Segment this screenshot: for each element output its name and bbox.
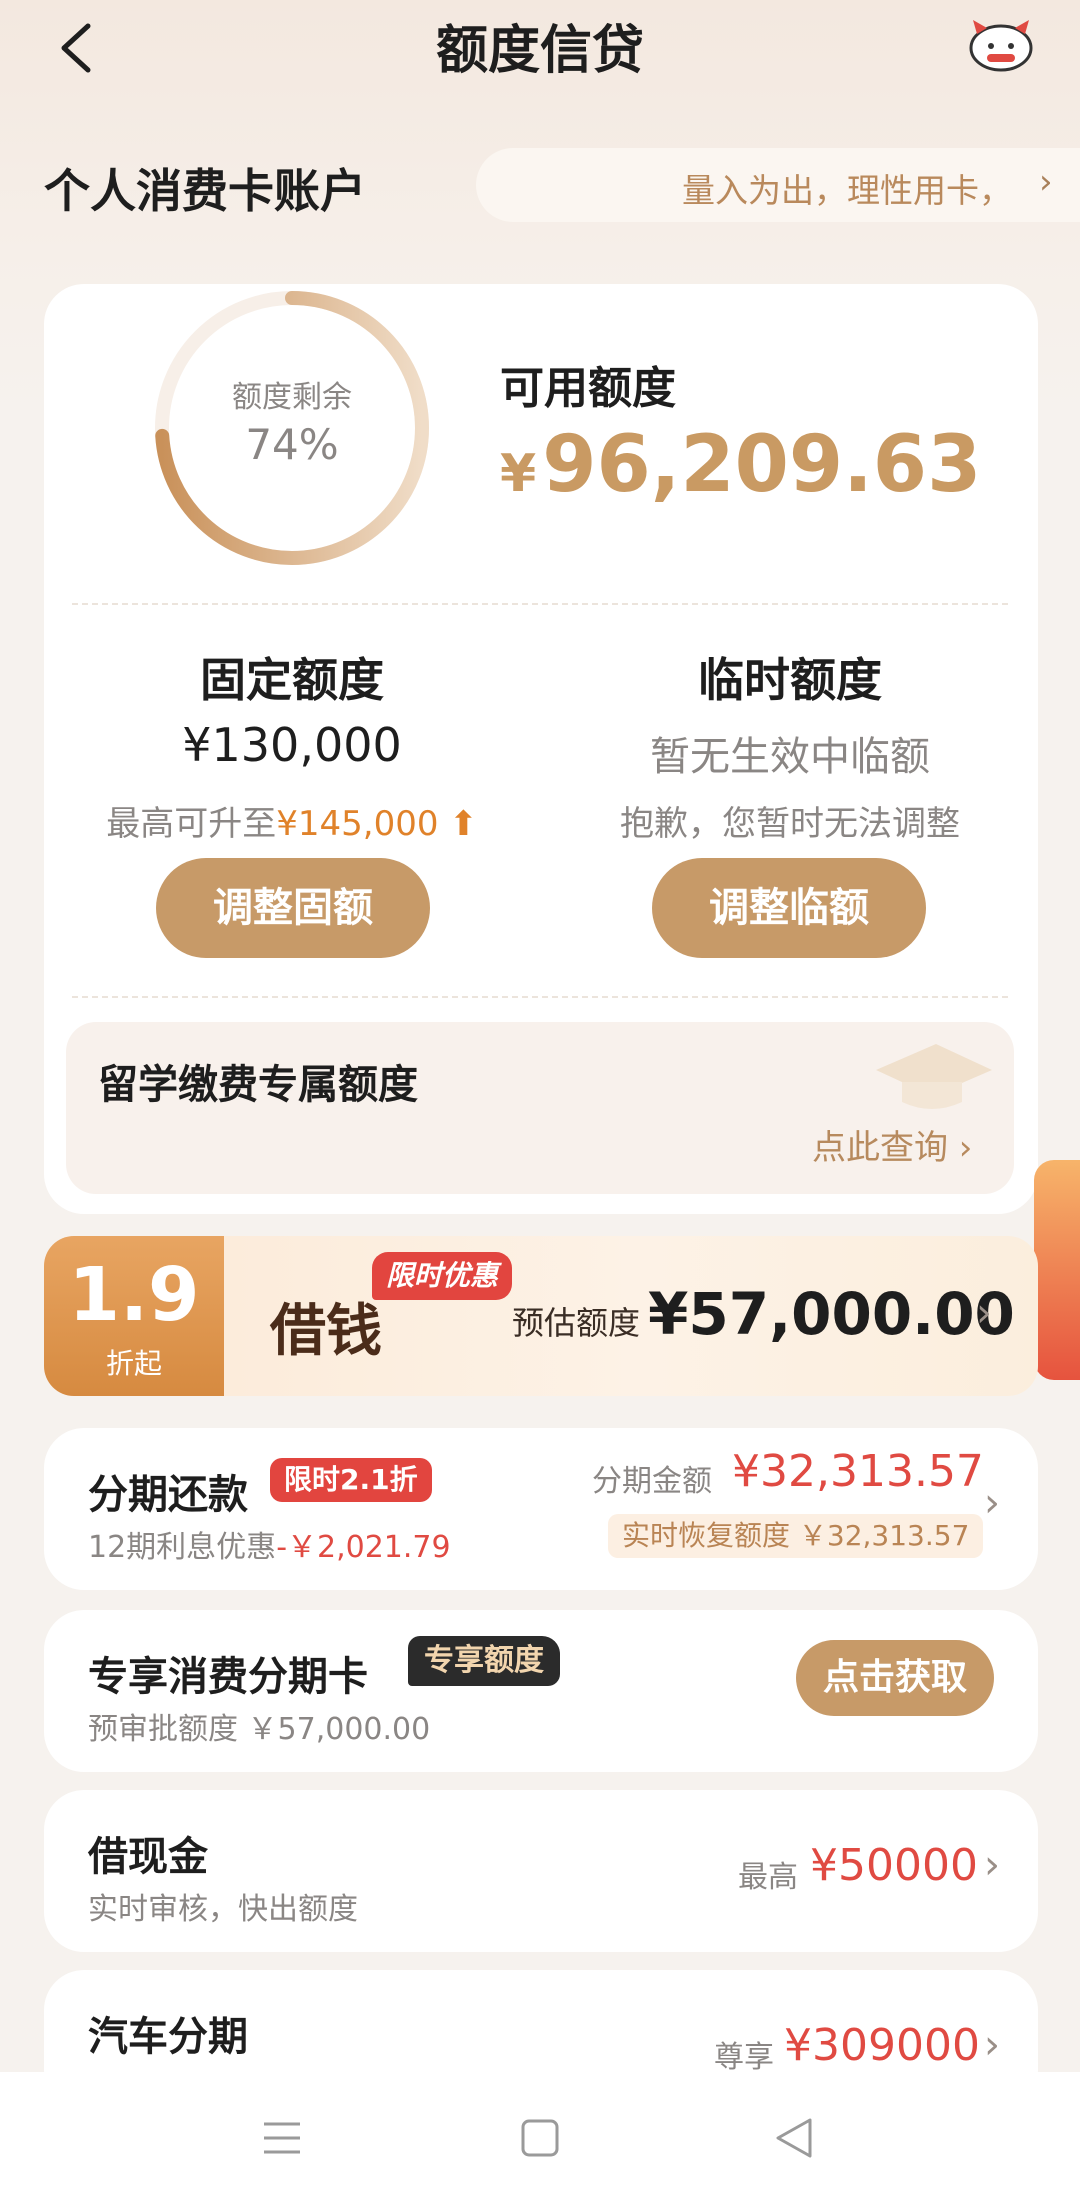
available-value: 96,209.63: [542, 420, 982, 510]
rate-suffix: 折起: [105, 1347, 162, 1380]
cash-label: 最高: [738, 1860, 798, 1895]
rate-badge: 1.9 折起: [44, 1236, 224, 1396]
restore-pill: 实时恢复额度 ￥32,313.57: [608, 1514, 984, 1558]
estimate-amount: ¥57,000.00: [648, 1280, 1015, 1348]
installment-title: 分期还款: [88, 1472, 248, 1518]
cash-amount: ¥50000: [810, 1840, 978, 1891]
ring-label: 额度剩余: [232, 380, 352, 415]
chevron-right-icon: ›: [984, 1480, 1000, 1526]
temp-status: 暂无生效中临额: [650, 734, 930, 780]
available-label: 可用额度: [500, 363, 676, 414]
upgrade-amount: ¥145,000: [276, 804, 439, 844]
amount-label: 分期金额: [592, 1464, 712, 1499]
rate-value: 1.9: [68, 1252, 200, 1338]
car-label: 尊享: [714, 2040, 774, 2075]
temp-title: 临时额度: [698, 653, 882, 707]
discount-badge: 限时2.1折: [270, 1458, 432, 1502]
exclusive-badge: 专享额度: [408, 1636, 560, 1686]
available-amount: ¥96,209.63: [500, 420, 981, 510]
car-amount: ¥309000: [784, 2020, 980, 2071]
tip-text: 量入为出，理性用卡，: [682, 171, 1012, 210]
limited-offer-badge: 限时优惠: [372, 1252, 513, 1300]
account-title: 个人消费卡账户: [44, 164, 366, 218]
divider: [72, 603, 1008, 605]
graduation-cap-icon: [876, 1044, 992, 1109]
sub-amount: -￥2,021.79: [276, 1530, 451, 1565]
installment-sub: 12期利息优惠-￥2,021.79: [88, 1522, 451, 1566]
adjust-fixed-button[interactable]: 调整固额: [156, 858, 430, 958]
menu-icon[interactable]: [262, 2118, 302, 2158]
ring-percent: 74%: [245, 420, 339, 469]
study-link[interactable]: 点此查询 ›: [812, 1120, 972, 1169]
currency-symbol: ¥: [500, 444, 537, 504]
cash-sub: 实时审核，快出额度: [88, 1892, 358, 1927]
exclusive-card-title: 专享消费分期卡: [88, 1654, 368, 1700]
cash-title: 借现金: [88, 1834, 208, 1880]
side-promo-tab[interactable]: [1034, 1160, 1080, 1380]
study-abroad-card[interactable]: 留学缴费专属额度 点此查询 ›: [66, 1022, 1014, 1194]
sub-prefix: 12期利息优惠: [88, 1530, 277, 1565]
back-triangle-icon[interactable]: [774, 2116, 814, 2160]
loan-title: 借钱: [270, 1298, 382, 1364]
installment-row[interactable]: 分期还款 限时2.1折 12期利息优惠-￥2,021.79 分期金额 ¥32,3…: [44, 1428, 1038, 1590]
fixed-title: 固定额度: [200, 653, 384, 707]
estimate-label: 预估额度: [512, 1304, 641, 1342]
chevron-right-icon: ›: [984, 1842, 1000, 1888]
fixed-amount: ¥130,000: [182, 718, 402, 772]
mascot-icon[interactable]: [965, 14, 1037, 74]
cash-row[interactable]: 借现金 实时审核，快出额度 最高 ¥50000 ›: [44, 1790, 1038, 1952]
upgrade-prefix: 最高可升至: [106, 804, 277, 844]
get-button[interactable]: 点击获取: [796, 1640, 994, 1716]
chevron-right-icon: ›: [984, 2022, 1000, 2068]
chevron-right-icon: ›: [976, 1290, 992, 1336]
divider: [72, 996, 1008, 998]
system-nav-bar: [0, 2072, 1080, 2204]
chevron-right-icon: ›: [1039, 162, 1053, 202]
study-title: 留学缴费专属额度: [98, 1062, 418, 1108]
installment-amount: ¥32,313.57: [732, 1446, 984, 1497]
tip-banner[interactable]: 量入为出，理性用卡， ›: [476, 148, 1080, 222]
car-title: 汽车分期: [88, 2014, 248, 2060]
fixed-upgrade: 最高可升至¥145,000 ⬆: [62, 796, 522, 845]
home-icon[interactable]: [520, 2118, 560, 2158]
page-title: 额度信贷: [435, 21, 644, 81]
adjust-temp-button[interactable]: 调整临额: [652, 858, 926, 958]
preapproved-text: 预审批额度 ￥57,000.00: [88, 1712, 431, 1747]
temp-note: 抱歉，您暂时无法调整: [620, 804, 960, 844]
exclusive-card-row: 专享消费分期卡 专享额度 预审批额度 ￥57,000.00 点击获取: [44, 1610, 1038, 1772]
arrow-up-icon: ⬆: [438, 804, 478, 844]
